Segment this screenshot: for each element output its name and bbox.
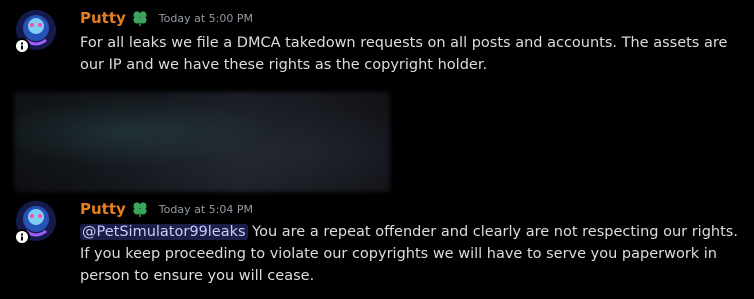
message-header: Putty Today at 5:04 PM bbox=[80, 198, 253, 220]
green-clover-icon[interactable] bbox=[131, 9, 149, 27]
message-content: @PetSimulator99leaks You are a repeat of… bbox=[80, 221, 748, 287]
green-clover-icon[interactable] bbox=[131, 200, 149, 218]
username[interactable]: Putty bbox=[80, 9, 126, 27]
message-2: Putty Today at 5:04 PM @PetSimulator99le… bbox=[0, 195, 754, 299]
timestamp[interactable]: Today at 5:04 PM bbox=[159, 203, 253, 216]
username[interactable]: Putty bbox=[80, 200, 126, 218]
info-badge-icon bbox=[14, 38, 30, 54]
message-1: Putty Today at 5:00 PM For all leaks we … bbox=[0, 0, 754, 92]
message-content: For all leaks we file a DMCA takedown re… bbox=[80, 35, 728, 73]
info-badge-icon bbox=[14, 229, 30, 245]
timestamp[interactable]: Today at 5:00 PM bbox=[159, 12, 253, 25]
user-mention[interactable]: @PetSimulator99leaks bbox=[80, 224, 248, 240]
blurred-image-attachment[interactable] bbox=[14, 92, 390, 192]
message-header: Putty Today at 5:00 PM bbox=[80, 7, 253, 29]
